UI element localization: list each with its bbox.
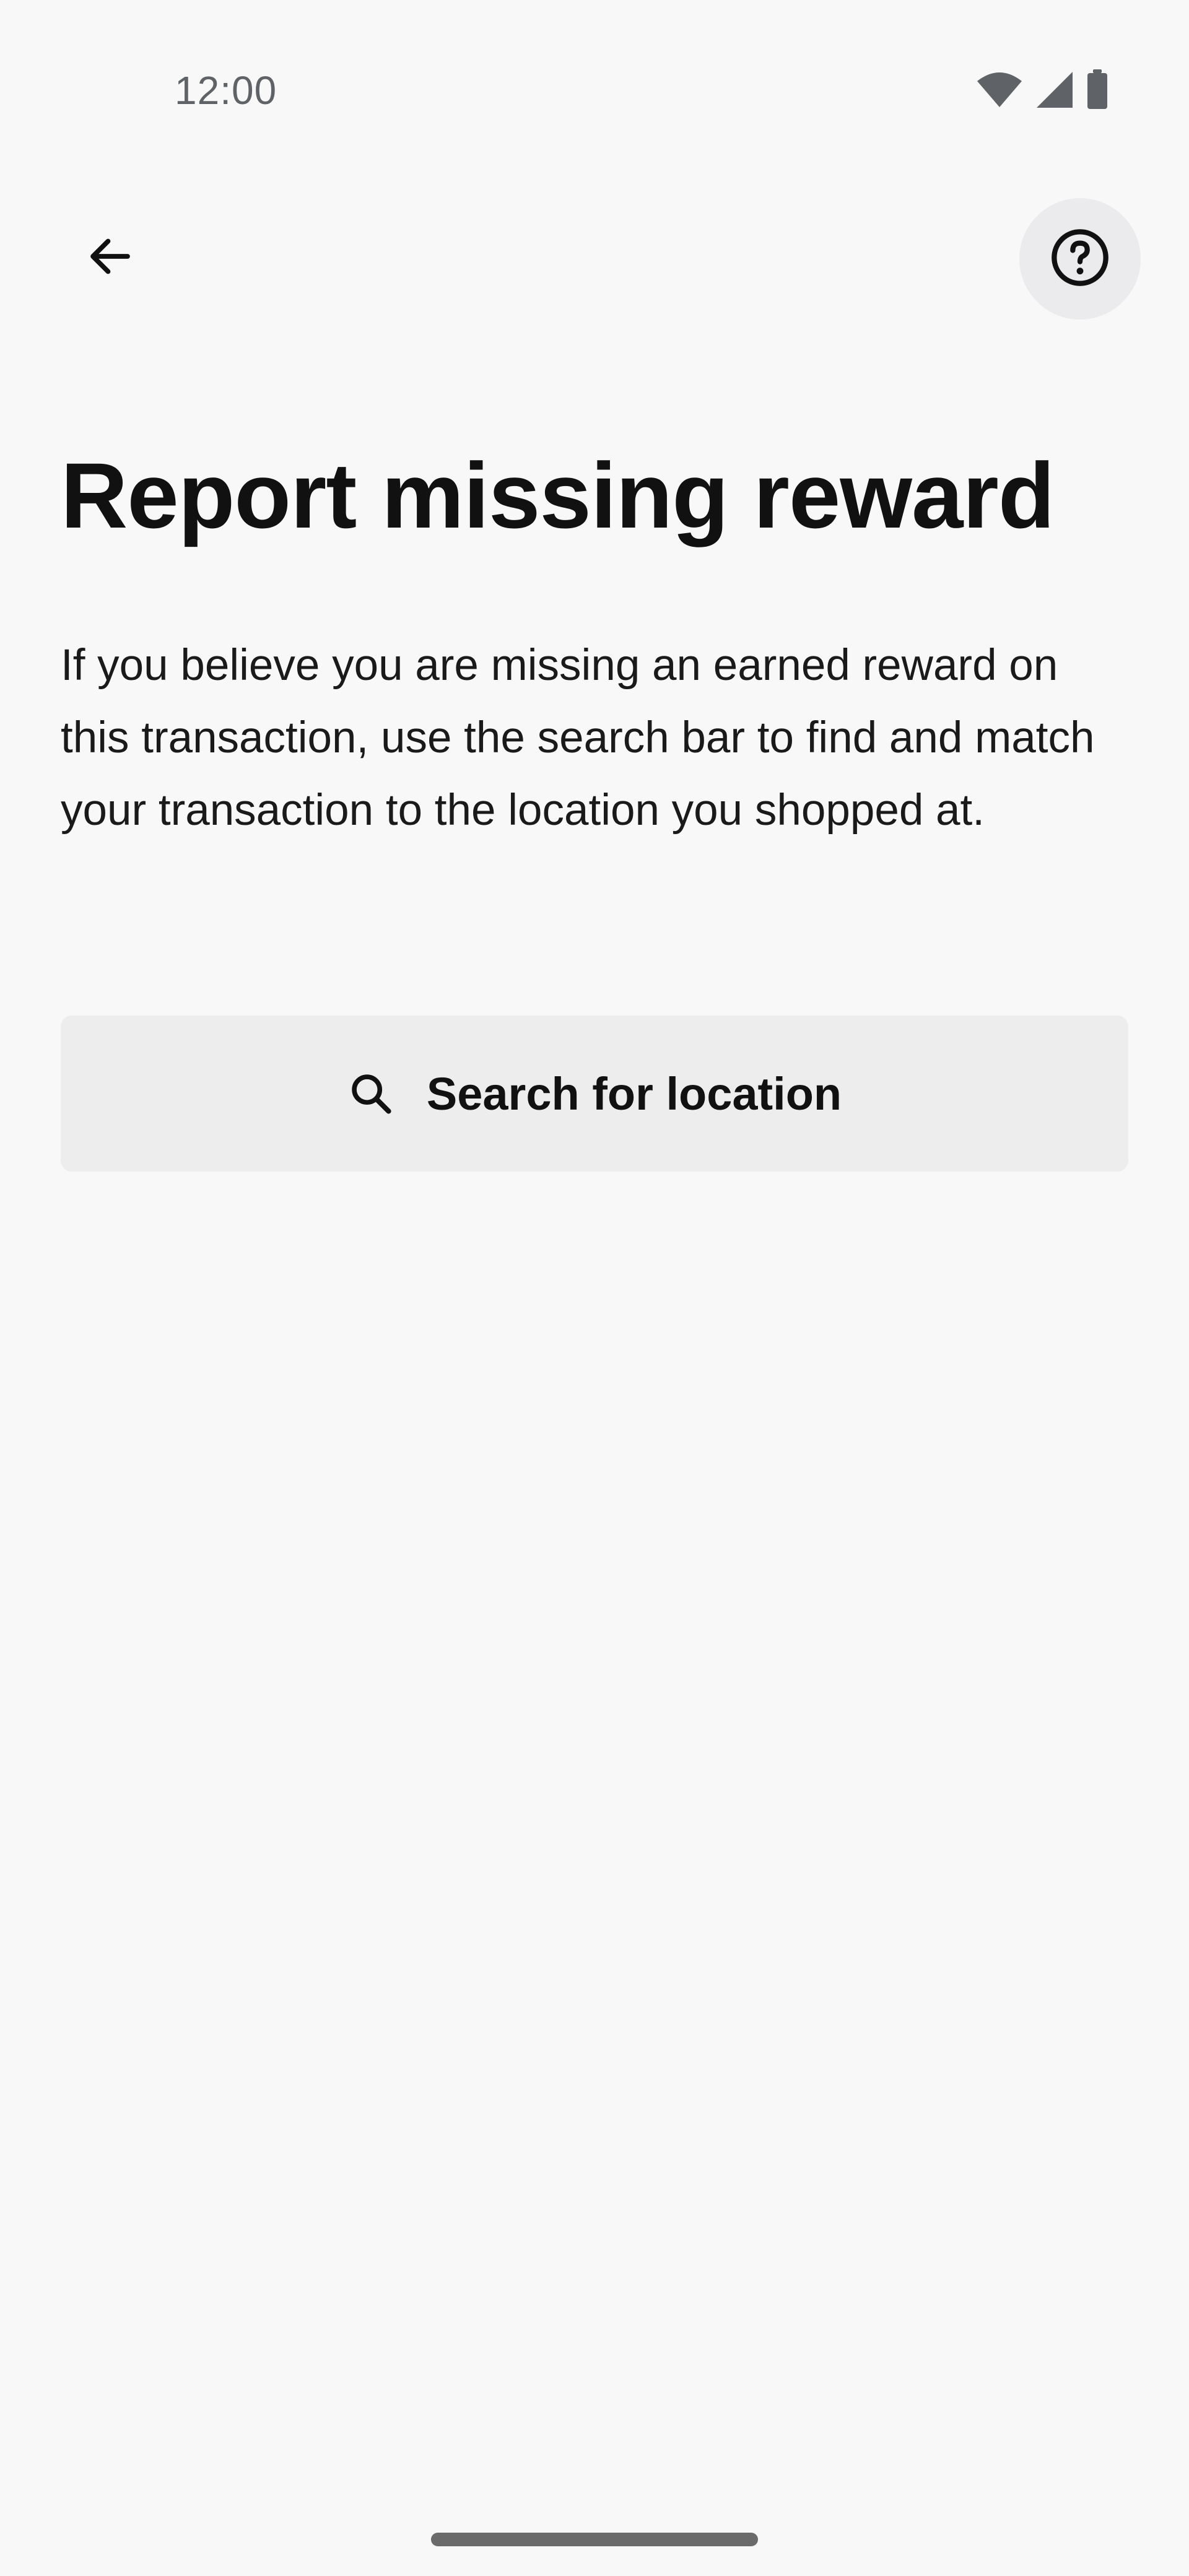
page-title: Report missing reward (61, 443, 1055, 547)
search-location-button[interactable]: Search for location (61, 1016, 1128, 1172)
wifi-icon (976, 71, 1023, 108)
status-time: 12:00 (175, 68, 277, 113)
page-description: If you believe you are missing an earned… (61, 641, 1095, 835)
help-button[interactable] (1019, 198, 1141, 320)
search-button-label: Search for location (426, 1068, 842, 1120)
battery-icon (1086, 69, 1108, 110)
question-circle-icon (1049, 227, 1111, 292)
search-icon (347, 1070, 394, 1117)
status-icons (976, 68, 1108, 111)
back-button[interactable] (73, 220, 147, 295)
home-indicator[interactable] (431, 2533, 758, 2546)
cellular-signal-icon (1035, 71, 1074, 109)
status-bar: 12:00 (0, 0, 1189, 161)
arrow-left-icon (84, 230, 136, 285)
